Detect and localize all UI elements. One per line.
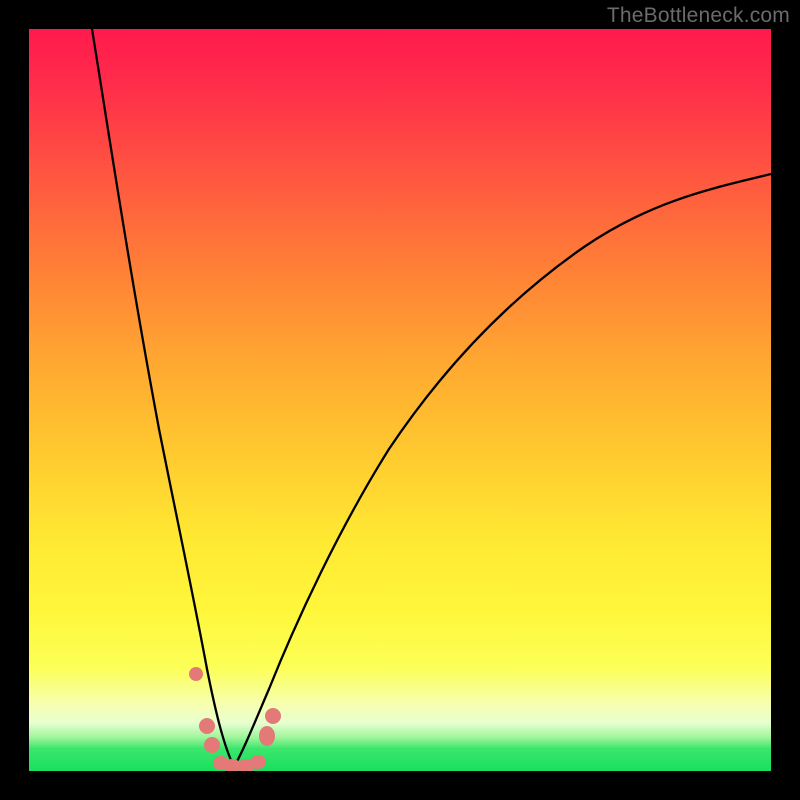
marker-left-mid [199, 718, 215, 734]
chart-frame: TheBottleneck.com [0, 0, 800, 800]
marker-right-low [259, 726, 275, 746]
marker-bottom-4 [250, 755, 266, 769]
curve-left-branch [92, 29, 234, 767]
curve-right-branch [234, 174, 771, 767]
marker-left-low [204, 737, 220, 753]
attribution-text: TheBottleneck.com [607, 4, 790, 28]
curve-svg [29, 29, 771, 771]
plot-area [29, 29, 771, 771]
marker-left-upper [189, 667, 203, 681]
marker-group [189, 667, 281, 771]
marker-right-up [265, 708, 281, 724]
